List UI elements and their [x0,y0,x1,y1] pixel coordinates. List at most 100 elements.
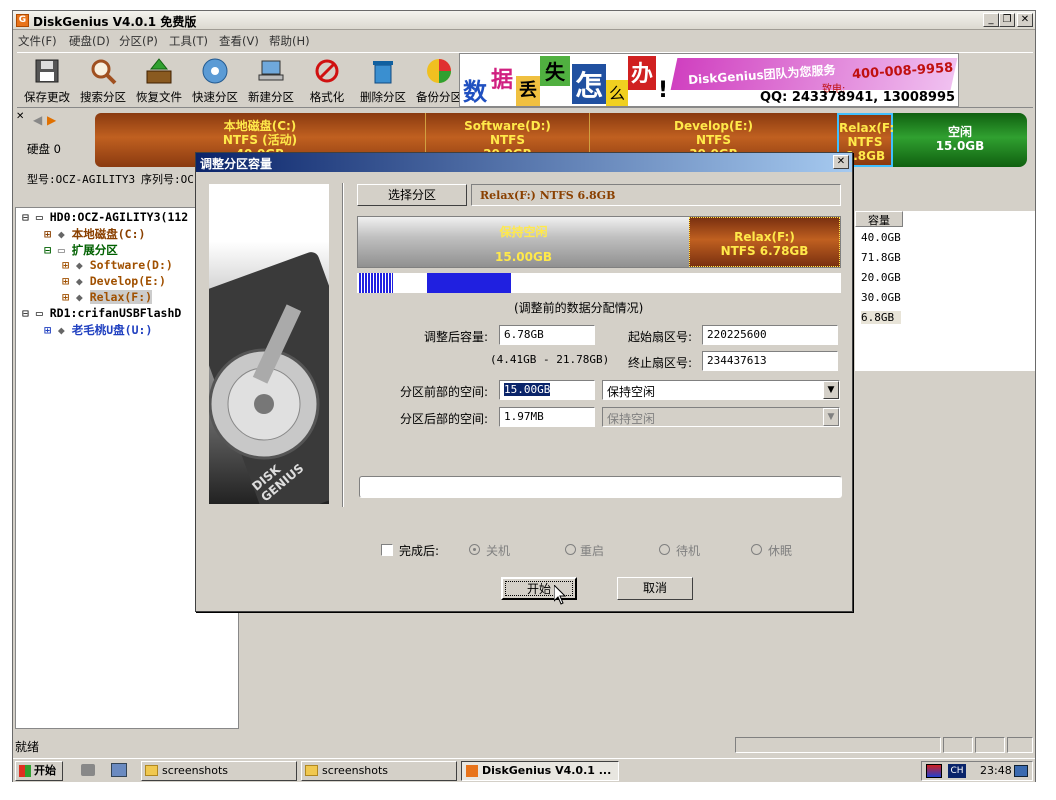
tree-item-f[interactable]: ⊞ ◆ Relax(F:) [62,290,153,304]
grid-cell[interactable]: 40.0GB [861,231,901,244]
expand-icon[interactable]: ⊞ [62,258,69,272]
size-input[interactable]: 6.78GB [499,325,595,345]
mouse-cursor-icon [553,583,567,608]
start-sector-input[interactable]: 220225600 [702,325,838,345]
end-sector-input[interactable]: 234437613 [702,351,838,371]
menu-help[interactable]: 帮助(H) [269,33,310,49]
format-button[interactable]: 格式化 [299,55,355,107]
ad-char-4: 失 [540,56,570,86]
cancel-button[interactable]: 取消 [617,577,693,600]
radio-standby [659,544,670,555]
clock[interactable]: 23:48 [980,764,1012,777]
resize-partition-dialog: 调整分区容量 ✕ DISK GENIUS 选择分区 Relax(F:) NTFS… [195,152,853,612]
save-changes-button[interactable]: 保存更改 [19,55,75,107]
tree-item-hd0[interactable]: ⊟ ▭ HD0:OCZ-AGILITY3(112 [22,210,188,224]
menu-file[interactable]: 文件(F) [18,33,57,49]
ad-char-2: 据 [488,62,516,93]
expand-icon[interactable]: ⊞ [62,274,69,288]
partition-icon: ◆ [75,274,83,288]
expand-icon[interactable]: ⊟ [22,306,29,320]
partition-icon: ◆ [57,323,65,337]
status-bar: 就绪 [13,737,1035,755]
tree-item-extended[interactable]: ⊟ ▭ 扩展分区 [44,242,118,258]
hdd-icon: ▭ [57,243,65,257]
desktop-icon[interactable] [1014,765,1028,777]
taskbar: 开始 screenshots screenshots DiskGenius V4… [13,758,1035,782]
window-title: DiskGenius V4.0.1 免费版 [33,15,197,29]
quick-partition-button[interactable]: 快速分区 [187,55,243,107]
radio-restart [565,544,576,555]
status-panel [1007,737,1033,753]
tree-item-rd1[interactable]: ⊟ ▭ RD1:crifanUSBFlashD [22,306,181,320]
radio-shutdown [469,544,480,555]
start-sector-label: 起始扇区号: [628,330,693,344]
minimize-button[interactable]: _ [983,13,999,27]
free-space-block[interactable]: 保持空闲 15.00GB [358,217,689,267]
ad-char-5: 怎 [572,64,606,104]
windows-logo-icon [19,765,31,777]
disk-model: 型号:OCZ-AGILITY3 [27,173,136,186]
tree-item-u[interactable]: ⊞ ◆ 老毛桃U盘(U:) [44,322,152,338]
quicklaunch-icon[interactable] [111,763,127,777]
tree-item-c[interactable]: ⊞ ◆ 本地磁盘(C:) [44,226,145,242]
dialog-title-bar: 调整分区容量 [196,153,852,172]
tree-item-d[interactable]: ⊞ ◆ Software(D:) [62,258,173,272]
restore-button[interactable]: ❐ [999,13,1015,27]
data-block [427,273,511,293]
next-disk-icon[interactable]: ▶ [47,113,56,127]
menu-partition[interactable]: 分区(P) [119,33,158,49]
delete-partition-button[interactable]: 删除分区 [355,55,411,107]
finish-checkbox[interactable] [381,544,393,556]
forbidden-icon [313,57,341,85]
grid-cell[interactable]: 20.0GB [861,271,901,284]
taskbar-item-screenshots-1[interactable]: screenshots [141,761,297,781]
search-partition-button[interactable]: 搜索分区 [75,55,131,107]
expand-icon[interactable]: ⊞ [44,227,51,241]
column-header-capacity[interactable]: 容量 [855,211,903,227]
progress-bar [359,476,842,498]
monitor-icon[interactable] [926,764,942,778]
tree-item-e[interactable]: ⊞ ◆ Develop(E:) [62,274,166,288]
ime-indicator[interactable]: CH [948,764,966,778]
ad-char-6: 么 [606,80,628,106]
grid-cell[interactable]: 6.8GB [861,311,901,324]
ad-banner[interactable]: 数 据 丢 失 怎 么 办 ! DiskGenius团队为您服务 致电: 400… [459,53,959,107]
ad-char-3: 丢 [516,76,540,106]
menu-disk[interactable]: 硬盘(D) [69,33,110,49]
close-button[interactable]: ✕ [1017,13,1033,27]
expand-icon[interactable]: ⊟ [44,243,51,257]
quicklaunch-icon[interactable] [81,764,95,776]
disk-label: 硬盘 0 [27,142,61,156]
nav-close-icon[interactable]: ✕ [16,111,24,122]
grid-cell[interactable]: 30.0GB [861,291,901,304]
dialog-title: 调整分区容量 [200,157,273,171]
disk-serial: 序列号:OC [141,173,194,186]
before-space-input[interactable]: 15.00GB [499,380,595,400]
chevron-down-icon[interactable]: ▼ [823,381,839,399]
ad-char-1: 数 [462,72,488,106]
new-partition-button[interactable]: 新建分区 [243,55,299,107]
grid-cell[interactable]: 71.8GB [861,251,901,264]
partition-icon: ◆ [75,290,83,304]
taskbar-item-diskgenius[interactable]: DiskGenius V4.0.1 ... [461,761,619,781]
prev-disk-icon[interactable]: ◀ [33,113,42,127]
radio-standby-label: 待机 [676,544,701,558]
menu-view[interactable]: 查看(V) [219,33,259,49]
recover-files-button[interactable]: 恢复文件 [131,55,187,107]
relax-partition-block[interactable]: Relax(F:) NTFS 6.78GB [689,217,840,267]
taskbar-item-screenshots-2[interactable]: screenshots [301,761,457,781]
before-space-select[interactable]: 保持空闲 ▼ [602,380,840,400]
after-space-input[interactable]: 1.97MB [499,407,595,427]
ad-char-8: ! [656,78,670,106]
expand-icon[interactable]: ⊞ [62,290,69,304]
partition-table: 容量 40.0GB 71.8GB 20.0GB 30.0GB 6.8GB [855,211,1035,371]
dialog-close-button[interactable]: ✕ [833,155,849,169]
menu-tools[interactable]: 工具(T) [169,33,208,49]
start-button[interactable]: 开始 [15,761,63,781]
select-partition-button[interactable]: 选择分区 [357,184,467,206]
app-logo-icon [466,765,478,777]
expand-icon[interactable]: ⊞ [44,323,51,337]
after-space-select: 保持空闲 ▼ [602,407,840,427]
free-space-segment[interactable]: 空闲 15.0GB [893,113,1027,167]
expand-icon[interactable]: ⊟ [22,210,29,224]
